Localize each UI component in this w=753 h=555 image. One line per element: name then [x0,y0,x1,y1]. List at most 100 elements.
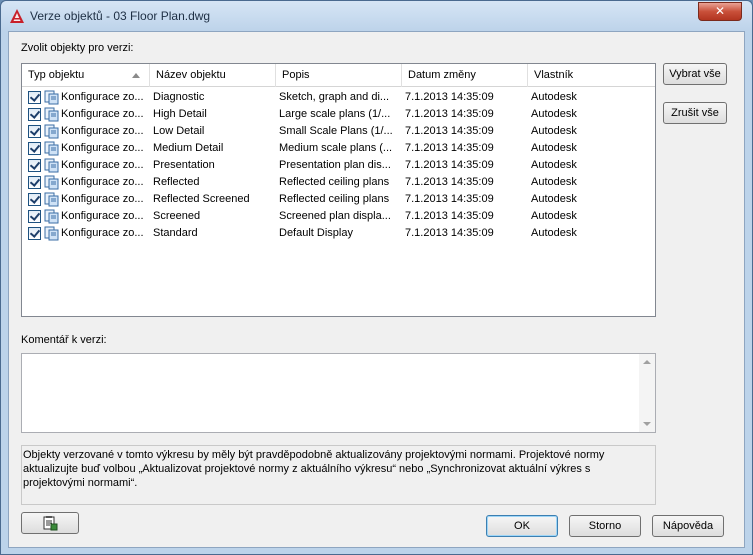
display-configuration-icon [44,226,59,241]
table-row[interactable]: Konfigurace zo... Standard Default Display… [22,225,655,242]
help-label: Nápověda [662,520,714,532]
cancel-label: Storno [588,520,622,532]
cell-owner: Autodesk [531,176,577,188]
cell-date: 7.1.2013 14:35:09 [405,91,494,103]
comment-textarea[interactable] [21,353,656,433]
cell-type: Konfigurace zo... [61,193,144,205]
close-button[interactable]: ✕ [698,2,742,21]
cell-owner: Autodesk [531,142,577,154]
cell-type: Konfigurace zo... [61,125,144,137]
scroll-down-arrow-icon[interactable] [643,422,651,426]
cell-description: Default Display [279,227,353,239]
cell-owner: Autodesk [531,227,577,239]
display-configuration-icon [44,158,59,173]
cell-date: 7.1.2013 14:35:09 [405,176,494,188]
display-configuration-icon [44,141,59,156]
cell-description: Screened plan displa... [279,210,391,222]
cell-type: Konfigurace zo... [61,159,144,171]
cell-name: Medium Detail [153,142,224,154]
info-note: Objekty verzované v tomto výkresu by měl… [21,445,656,505]
table-row[interactable]: Konfigurace zo... Reflected Screened Refle… [22,191,655,208]
column-header-date[interactable]: Datum změny [402,64,528,87]
display-configuration-icon [44,124,59,139]
display-configuration-icon [44,192,59,207]
help-button[interactable]: Nápověda [652,515,724,537]
cell-name: Screened [153,210,201,222]
cell-date: 7.1.2013 14:35:09 [405,142,494,154]
insert-field-button[interactable] [21,512,79,534]
cell-type: Konfigurace zo... [61,176,144,188]
cell-name: Low Detail [153,125,205,137]
cell-description: Small Scale Plans (1/... [279,125,393,137]
cell-date: 7.1.2013 14:35:09 [405,125,494,137]
dialog-body: Zvolit objekty pro verzi: Typ objektu Ná… [8,31,745,548]
window-title: Verze objektů - 03 Floor Plan.dwg [30,9,211,23]
title-bar[interactable]: Verze objektů - 03 Floor Plan.dwg ✕ [1,1,752,31]
cell-type: Konfigurace zo... [61,210,144,222]
comment-scrollbar[interactable] [639,354,655,432]
scroll-up-arrow-icon[interactable] [643,360,651,364]
cell-owner: Autodesk [531,91,577,103]
clipboard-list-icon [43,516,58,531]
select-objects-label: Zvolit objekty pro verzi: [21,42,134,54]
row-checkbox[interactable] [28,176,41,189]
cell-description: Reflected ceiling plans [279,176,390,188]
cell-date: 7.1.2013 14:35:09 [405,227,494,239]
table-row[interactable]: Konfigurace zo... Diagnostic Sketch, graph… [22,89,655,106]
row-checkbox[interactable] [28,210,41,223]
cell-description: Medium scale plans (... [279,142,393,154]
cancel-button[interactable]: Storno [569,515,641,537]
cell-date: 7.1.2013 14:35:09 [405,193,494,205]
cell-owner: Autodesk [531,108,577,120]
cell-date: 7.1.2013 14:35:09 [405,108,494,120]
cell-owner: Autodesk [531,159,577,171]
row-checkbox[interactable] [28,91,41,104]
column-header-type[interactable]: Typ objektu [22,64,150,87]
ok-label: OK [514,520,530,532]
row-checkbox[interactable] [28,125,41,138]
row-checkbox[interactable] [28,142,41,155]
objects-list[interactable]: Typ objektu Název objektu Popis Datum zm… [21,63,656,317]
table-row[interactable]: Konfigurace zo... Medium Detail Medium sca… [22,140,655,157]
row-checkbox[interactable] [28,227,41,240]
cell-owner: Autodesk [531,210,577,222]
cell-date: 7.1.2013 14:35:09 [405,159,494,171]
sort-ascending-icon [132,73,140,78]
row-checkbox[interactable] [28,159,41,172]
column-header-owner[interactable]: Vlastník [528,64,655,87]
deselect-all-label: Zrušit vše [671,107,719,119]
table-row[interactable]: Konfigurace zo... Screened Screened plan d… [22,208,655,225]
cell-name: Diagnostic [153,91,205,103]
column-header-description[interactable]: Popis [276,64,402,87]
cell-type: Konfigurace zo... [61,108,144,120]
display-configuration-icon [44,90,59,105]
deselect-all-button[interactable]: Zrušit vše [663,102,727,124]
table-row[interactable]: Konfigurace zo... Low Detail Small Scale P… [22,123,655,140]
version-objects-dialog: Verze objektů - 03 Floor Plan.dwg ✕ Zvol… [0,0,753,555]
cell-owner: Autodesk [531,125,577,137]
select-all-label: Vybrat vše [669,68,721,80]
row-checkbox[interactable] [28,193,41,206]
row-checkbox[interactable] [28,108,41,121]
column-header-name[interactable]: Název objektu [150,64,276,87]
cell-type: Konfigurace zo... [61,91,144,103]
display-configuration-icon [44,107,59,122]
cell-description: Large scale plans (1/... [279,108,391,120]
display-configuration-icon [44,209,59,224]
cell-name: Reflected [153,176,200,188]
cell-date: 7.1.2013 14:35:09 [405,210,494,222]
table-row[interactable]: Konfigurace zo... Presentation Presentatio… [22,157,655,174]
table-row[interactable]: Konfigurace zo... Reflected Reflected ceil… [22,174,655,191]
table-row[interactable]: Konfigurace zo... High Detail Large scale … [22,106,655,123]
cell-name: Reflected Screened [153,193,250,205]
cell-name: Standard [153,227,198,239]
cell-owner: Autodesk [531,193,577,205]
cell-description: Reflected ceiling plans [279,193,390,205]
cell-name: Presentation [153,159,215,171]
ok-button[interactable]: OK [486,515,558,537]
comment-label: Komentář k verzi: [21,334,107,346]
select-all-button[interactable]: Vybrat vše [663,63,727,85]
cell-name: High Detail [153,108,207,120]
cell-type: Konfigurace zo... [61,142,144,154]
cell-description: Presentation plan dis... [279,159,391,171]
